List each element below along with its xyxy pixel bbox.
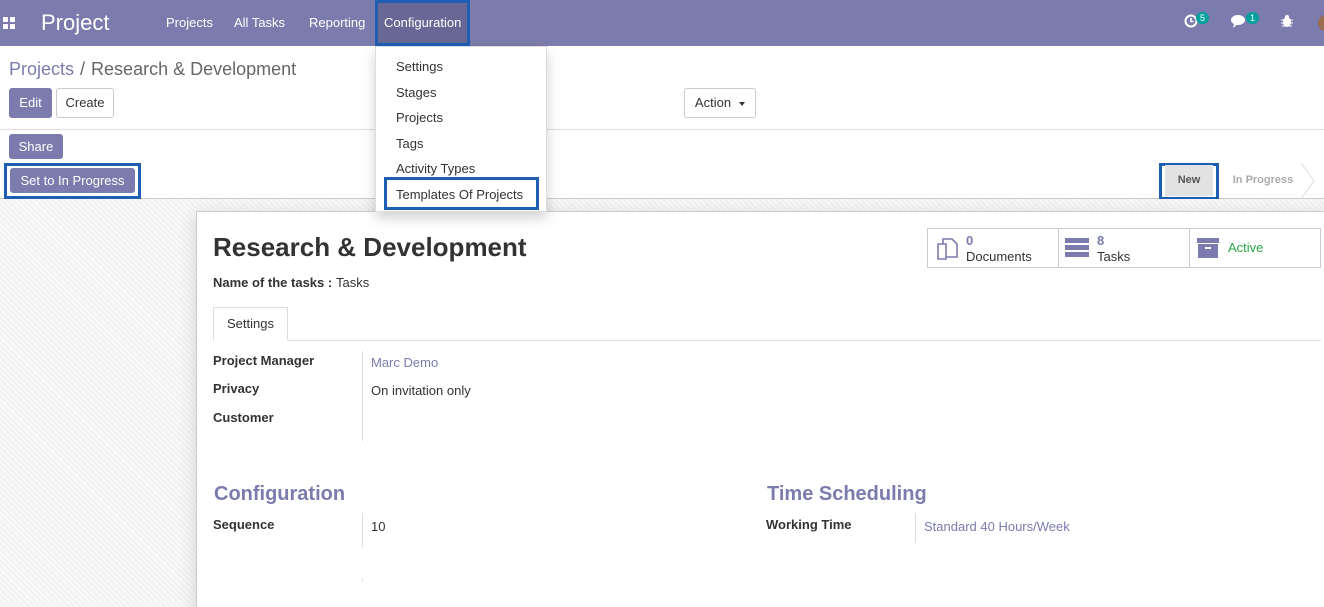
breadcrumb-current: Research & Development [91, 59, 297, 79]
privacy-value: On invitation only [371, 383, 471, 398]
action-dropdown-button[interactable]: Action [684, 88, 756, 118]
menu-item-projects[interactable]: Projects [396, 110, 443, 125]
menu-item-settings[interactable]: Settings [396, 59, 443, 74]
statusbar [0, 163, 1324, 199]
documents-stat-button[interactable]: 0 Documents [927, 228, 1059, 268]
debug-bug-icon[interactable] [1281, 14, 1293, 32]
tasks-label: Tasks [1097, 249, 1131, 264]
messages-badge: 1 [1246, 12, 1260, 24]
menu-reporting[interactable]: Reporting [309, 0, 365, 46]
active-label: Active [1228, 240, 1264, 255]
menu-item-activity-types[interactable]: Activity Types [396, 161, 475, 176]
menu-projects[interactable]: Projects [166, 0, 213, 46]
user-avatar[interactable] [1318, 15, 1324, 31]
action-label: Action [694, 95, 732, 110]
customer-label: Customer [213, 410, 274, 425]
breadcrumb-projects-link[interactable]: Projects [9, 59, 74, 79]
archive-box-icon [1197, 238, 1219, 258]
share-button[interactable]: Share [9, 134, 63, 159]
stage-new[interactable]: New [1165, 165, 1213, 196]
messages-icon[interactable]: 1 [1231, 12, 1260, 32]
top-navbar: Project Projects All Tasks Reporting Con… [0, 0, 1324, 46]
tasks-count: 8 [1097, 233, 1105, 248]
documents-label: Documents [966, 249, 1032, 264]
configuration-dropdown: Settings Stages Projects Tags Activity T… [375, 46, 547, 212]
project-manager-link[interactable]: Marc Demo [371, 355, 438, 370]
tasks-stat-button[interactable]: 8 Tasks [1058, 228, 1190, 268]
activities-icon[interactable]: 5 [1184, 12, 1210, 32]
active-toggle-button[interactable]: Active [1189, 228, 1321, 268]
configuration-section-title: Configuration [214, 483, 346, 505]
stage-in-progress[interactable]: In Progress [1222, 165, 1304, 196]
field-divider [362, 578, 363, 581]
sequence-value: 10 [371, 519, 386, 534]
documents-icon [937, 238, 958, 260]
form-sheet: Research & Development 0 Documents 8 Tas… [196, 211, 1324, 607]
apps-menu-icon[interactable] [3, 17, 15, 29]
caret-down-icon [739, 101, 746, 106]
field-divider [362, 513, 363, 547]
time-scheduling-section-title: Time Scheduling [767, 483, 927, 505]
stage-arrow-icon [1300, 163, 1315, 199]
field-divider [915, 513, 916, 543]
project-manager-label: Project Manager [213, 353, 315, 368]
field-divider [362, 351, 363, 441]
create-button[interactable]: Create [56, 88, 114, 118]
breadcrumb: Projects / Research & Development [9, 59, 296, 80]
tabs-divider [213, 340, 1321, 341]
tasks-name-label: Name of the tasks : [213, 275, 333, 290]
working-time-link[interactable]: Standard 40 Hours/Week [924, 519, 1070, 534]
breadcrumb-separator: / [80, 59, 86, 79]
menu-configuration[interactable]: Configuration [375, 0, 471, 46]
privacy-label: Privacy [213, 381, 260, 396]
menu-item-stages[interactable]: Stages [396, 85, 436, 100]
documents-count: 0 [966, 233, 974, 248]
working-time-label: Working Time [766, 517, 852, 532]
tasks-icon [1065, 238, 1089, 257]
sequence-label: Sequence [213, 517, 275, 532]
app-brand[interactable]: Project [41, 10, 109, 36]
activities-badge: 5 [1196, 12, 1210, 24]
divider [0, 129, 1324, 130]
tasks-name-value: Tasks [336, 275, 370, 290]
menu-all-tasks[interactable]: All Tasks [234, 0, 285, 46]
set-in-progress-button[interactable]: Set to In Progress [10, 168, 135, 193]
menu-item-templates-of-projects[interactable]: Templates Of Projects [396, 187, 523, 202]
menu-item-tags[interactable]: Tags [396, 136, 423, 151]
tab-settings[interactable]: Settings [213, 307, 288, 341]
record-title: Research & Development [213, 232, 527, 262]
edit-button[interactable]: Edit [9, 88, 52, 118]
